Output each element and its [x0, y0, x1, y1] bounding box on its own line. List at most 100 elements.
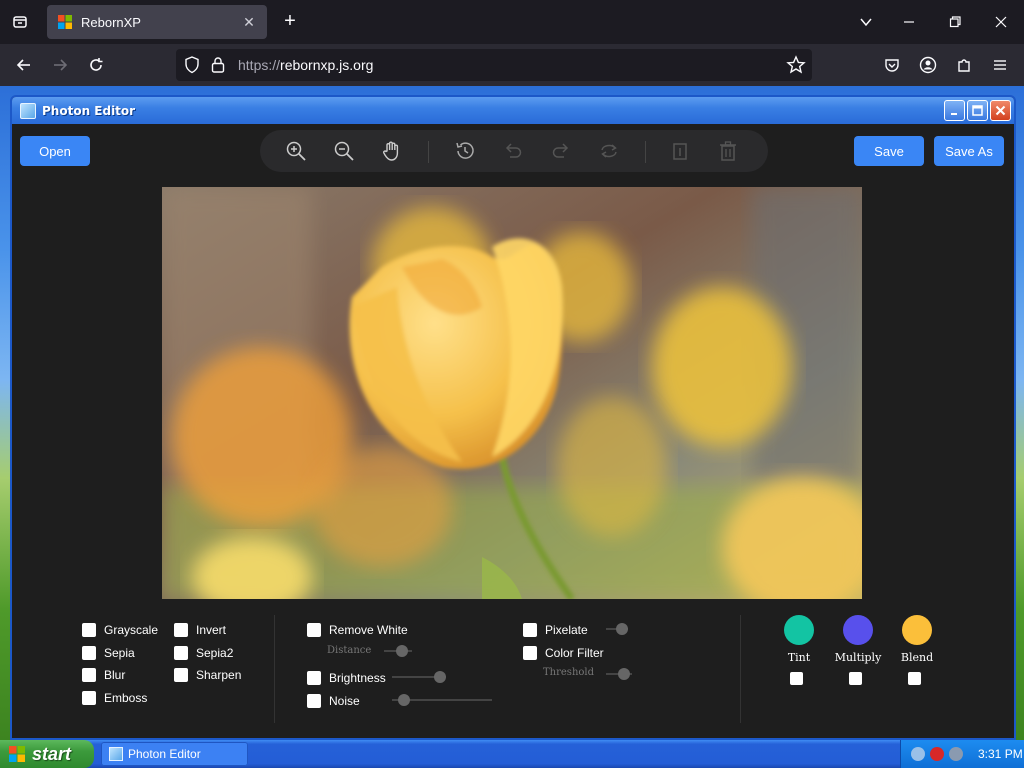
delete-icon[interactable]	[716, 139, 740, 163]
restore-icon[interactable]	[943, 10, 967, 34]
invert-label: Invert	[196, 623, 227, 637]
blend-color-swatch[interactable]	[902, 615, 932, 645]
redo-icon[interactable]	[549, 139, 573, 163]
pocket-icon[interactable]	[880, 53, 904, 77]
sepia-checkbox[interactable]: Sepia	[82, 646, 135, 660]
taskbar-item-photon-editor[interactable]: Photon Editor	[101, 742, 248, 766]
emboss-checkbox[interactable]: Emboss	[82, 691, 147, 705]
photo-canvas[interactable]	[162, 187, 862, 599]
forward-icon[interactable]	[48, 53, 72, 77]
tab-close-icon[interactable]: ✕	[241, 14, 257, 31]
checkbox-box[interactable]	[82, 668, 96, 682]
history-icon[interactable]	[453, 139, 477, 163]
security-alert-icon[interactable]	[930, 747, 944, 761]
multiply-color-swatch[interactable]	[843, 615, 873, 645]
window-title: Photon Editor	[42, 103, 136, 118]
brightness-label: Brightness	[329, 671, 386, 685]
reload-icon[interactable]	[84, 53, 108, 77]
brightness-checkbox[interactable]: Brightness	[307, 671, 386, 685]
noise-label: Noise	[329, 694, 360, 708]
volume-icon[interactable]	[949, 747, 963, 761]
threshold-slider-knob[interactable]	[618, 668, 630, 680]
lock-icon[interactable]	[210, 56, 226, 74]
checkbox-box[interactable]	[307, 623, 321, 637]
pixelate-slider-knob[interactable]	[616, 623, 628, 635]
checkbox-box[interactable]	[174, 623, 188, 637]
window-maximize-button[interactable]	[967, 100, 988, 121]
noise-slider-knob[interactable]	[398, 694, 410, 706]
invert-checkbox[interactable]: Invert	[174, 623, 226, 637]
save-button[interactable]: Save	[854, 136, 924, 166]
blur-checkbox[interactable]: Blur	[82, 668, 125, 682]
panel-divider	[274, 615, 275, 723]
pixelate-label: Pixelate	[545, 623, 588, 637]
noise-checkbox[interactable]: Noise	[307, 694, 360, 708]
menu-hamburger-icon[interactable]	[988, 53, 1012, 77]
distance-slider-knob[interactable]	[396, 645, 408, 657]
url-bar[interactable]: https://rebornxp.js.org	[176, 49, 812, 81]
back-icon[interactable]	[12, 53, 36, 77]
checkbox-box[interactable]	[307, 694, 321, 708]
close-window-icon[interactable]	[989, 10, 1013, 34]
grayscale-label: Grayscale	[104, 623, 159, 637]
minimize-icon[interactable]	[897, 10, 921, 34]
open-button[interactable]: Open	[20, 136, 90, 166]
checkbox-box[interactable]	[523, 623, 537, 637]
photon-editor-window: Photon Editor Open Save Save As Grayscal…	[10, 95, 1016, 740]
threshold-label: Threshold	[543, 667, 595, 678]
zoom-in-icon[interactable]	[284, 139, 308, 163]
zoom-out-icon[interactable]	[332, 139, 356, 163]
sharpen-label: Sharpen	[196, 668, 242, 682]
taskbar: start Photon Editor 3:31 PM	[0, 740, 1024, 768]
color-filter-checkbox[interactable]: Color Filter	[523, 646, 604, 660]
blend-label: Blend	[900, 651, 934, 664]
distance-label: Distance	[327, 645, 372, 656]
undo-icon[interactable]	[501, 139, 525, 163]
toolbar-divider	[645, 141, 646, 163]
tab-list-icon[interactable]	[8, 10, 32, 34]
checkbox-box[interactable]	[174, 668, 188, 682]
tint-color-swatch[interactable]	[784, 615, 814, 645]
app-icon	[109, 747, 123, 761]
remove-white-label: Remove White	[329, 623, 408, 637]
tab-overflow-chevron-icon[interactable]	[854, 10, 878, 34]
window-close-button[interactable]	[990, 100, 1011, 121]
sharpen-checkbox[interactable]: Sharpen	[174, 668, 241, 682]
bookmark-star-icon[interactable]	[786, 55, 806, 75]
extensions-icon[interactable]	[952, 53, 976, 77]
color-filter-label: Color Filter	[545, 646, 604, 660]
window-minimize-button[interactable]	[944, 100, 965, 121]
tracking-shield-icon[interactable]	[184, 56, 200, 74]
checkbox-box[interactable]	[307, 671, 321, 685]
browser-tab-bar: RebornXP ✕ +	[0, 0, 1024, 44]
start-button[interactable]: start	[0, 740, 94, 768]
multiply-checkbox[interactable]	[849, 672, 862, 685]
grayscale-checkbox[interactable]: Grayscale	[82, 623, 158, 637]
crop-icon[interactable]	[668, 139, 692, 163]
checkbox-box[interactable]	[82, 691, 96, 705]
start-label: start	[32, 743, 72, 764]
blend-checkbox[interactable]	[908, 672, 921, 685]
checkbox-box[interactable]	[523, 646, 537, 660]
checkbox-box[interactable]	[82, 623, 96, 637]
brightness-slider-knob[interactable]	[434, 671, 446, 683]
browser-tab[interactable]: RebornXP ✕	[47, 5, 267, 39]
pixelate-checkbox[interactable]: Pixelate	[523, 623, 588, 637]
save-as-button[interactable]: Save As	[934, 136, 1004, 166]
new-tab-icon[interactable]: +	[278, 10, 302, 34]
clock: 3:31 PM	[978, 747, 1023, 761]
url-text: https://rebornxp.js.org	[238, 57, 374, 73]
remove-white-checkbox[interactable]: Remove White	[307, 623, 408, 637]
account-icon[interactable]	[916, 53, 940, 77]
windows-flag-icon	[9, 746, 25, 762]
reset-icon[interactable]	[597, 139, 621, 163]
tint-checkbox[interactable]	[790, 672, 803, 685]
checkbox-box[interactable]	[82, 646, 96, 660]
window-title-bar[interactable]: Photon Editor	[12, 97, 1014, 124]
network-icon[interactable]	[911, 747, 925, 761]
editor-toolbar	[260, 130, 768, 172]
checkbox-box[interactable]	[174, 646, 188, 660]
sepia2-checkbox[interactable]: Sepia2	[174, 646, 233, 660]
pan-hand-icon[interactable]	[380, 139, 404, 163]
system-tray: 3:31 PM	[900, 740, 1024, 768]
